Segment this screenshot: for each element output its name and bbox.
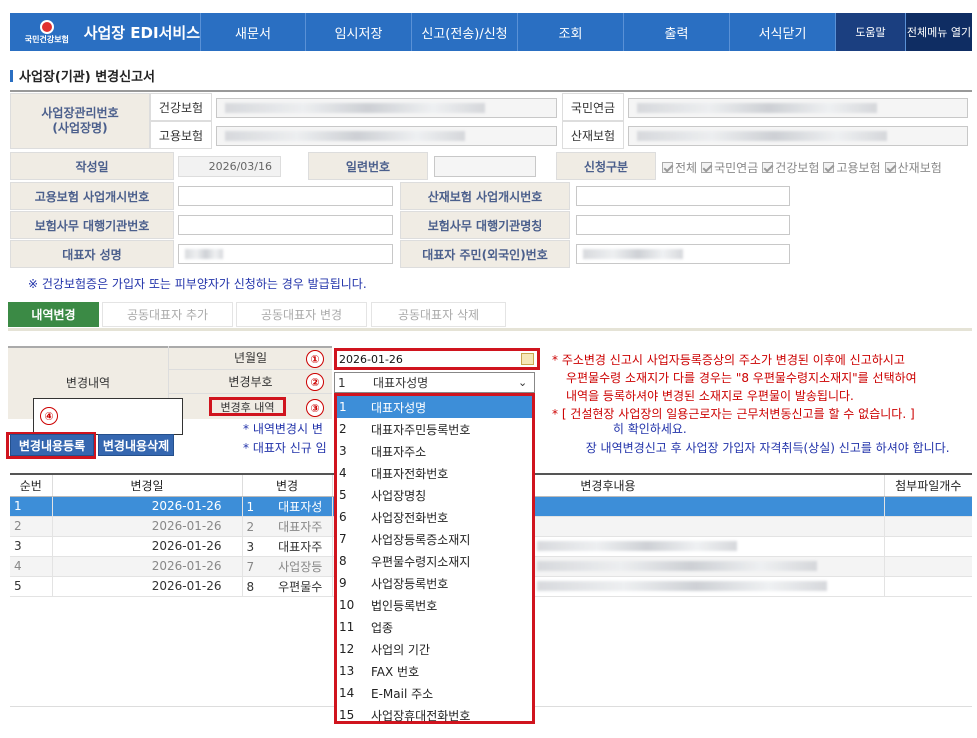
apply-employ-checkbox[interactable]: 고용보험: [823, 159, 881, 176]
page-title: 사업장(기관) 변경신고서: [10, 66, 155, 85]
nav-report-submit[interactable]: 신고(전송)/신청: [411, 13, 517, 51]
dropdown-option[interactable]: 6 사업장전화번호: [337, 506, 532, 528]
dropdown-option[interactable]: 13 FAX 번호: [337, 660, 532, 682]
nhis-logo-icon: 국민건강보험: [16, 17, 78, 47]
accident-start-no-input[interactable]: [576, 186, 790, 206]
top-nav-bar: 국민건강보험 사업장 EDI서비스 새문서 임시저장 신고(전송)/신청 조회 …: [10, 13, 972, 51]
divider: [10, 90, 972, 92]
nav-inquiry[interactable]: 조회: [517, 13, 623, 51]
apply-type-label: 신청구분: [556, 152, 656, 180]
dropdown-option[interactable]: 4 대표자전화번호: [337, 462, 532, 484]
health-biz-no-field[interactable]: [216, 98, 557, 118]
pension-biz-no-field[interactable]: [628, 98, 968, 118]
nav-temp-save[interactable]: 임시저장: [305, 13, 411, 51]
dropdown-option[interactable]: 14 E-Mail 주소: [337, 682, 532, 704]
nav-new-document[interactable]: 새문서: [200, 13, 305, 51]
apply-type-checkboxes: 전체 국민연금 건강보험 고용보험 산재보험: [662, 159, 946, 176]
employ-start-no-input[interactable]: [178, 186, 393, 206]
rep-name-input[interactable]: [178, 244, 393, 264]
serial-no-label: 일련번호: [308, 152, 428, 180]
employ-start-no-label: 고용보험 사업개시번호: [10, 182, 174, 210]
marker-3: ③: [306, 399, 324, 417]
tab-add-co-rep[interactable]: 공동대표자 추가: [102, 302, 233, 327]
tab-delete-co-rep[interactable]: 공동대표자 삭제: [371, 302, 506, 327]
employ-insurance-label: 고용보험: [150, 121, 212, 149]
accident-insurance-label: 산재보험: [562, 121, 624, 149]
nav-print[interactable]: 출력: [623, 13, 729, 51]
brand-logo: 국민건강보험 사업장 EDI서비스: [10, 13, 200, 51]
ym-date-input[interactable]: 2026-01-26: [334, 348, 540, 370]
nav-close-form[interactable]: 서식닫기: [729, 13, 835, 51]
register-change-button[interactable]: 변경내용등록: [10, 434, 94, 456]
after-content-label: 변경후 내역: [209, 397, 286, 416]
change-code-dropdown-list: 1 대표자성명 2 대표자주민등록번호 3 대표자주소 4 대표자전화번호 5 사업장명칭…: [334, 393, 535, 724]
serial-no-field: [434, 156, 536, 177]
col-date: 변경일: [51, 473, 242, 497]
marker-2: ②: [306, 373, 324, 391]
apply-pension-checkbox[interactable]: 국민연금: [701, 159, 758, 176]
dropdown-option[interactable]: 8 우편물수령지소재지: [337, 550, 532, 572]
nav-help[interactable]: 도움말: [835, 13, 905, 51]
write-date-label: 작성일: [10, 152, 174, 180]
apply-accident-checkbox[interactable]: 산재보험: [884, 159, 942, 176]
accident-start-no-label: 산재보험 사업개시번호: [400, 182, 570, 210]
address-change-note: * 주소변경 신고시 사업자등록증상의 주소가 변경된 이후에 신고하시고 우편…: [552, 353, 917, 421]
title-bar-icon: [10, 69, 13, 82]
biz-no-label: 사업장관리번호 (사업장명): [10, 93, 150, 149]
marker-1: ①: [306, 350, 324, 368]
dropdown-option[interactable]: 11 업종: [337, 616, 532, 638]
health-insurance-label: 건강보험: [150, 93, 212, 121]
dropdown-option[interactable]: 7 사업장등록증소재지: [337, 528, 532, 550]
dropdown-option[interactable]: 5 사업장명칭: [337, 484, 532, 506]
dropdown-option[interactable]: 9 사업장등록번호: [337, 572, 532, 594]
employ-biz-no-field[interactable]: [216, 126, 557, 146]
change-code-select[interactable]: 1 대표자성명 ⌄: [334, 372, 535, 393]
nav-open-all-menu[interactable]: 전체메뉴 열기: [905, 13, 972, 51]
write-date-field: 2026/03/16: [178, 156, 281, 177]
health-card-notice: ※ 건강보험증은 가입자 또는 피부양자가 신청하는 경우 발급됩니다.: [28, 277, 367, 291]
dropdown-option[interactable]: 1 대표자성명: [337, 396, 532, 418]
app-title: 사업장 EDI서비스: [83, 23, 200, 42]
rep-id-input[interactable]: [576, 244, 790, 264]
tab-change-co-rep[interactable]: 공동대표자 변경: [236, 302, 367, 327]
dropdown-option[interactable]: 15 사업장휴대전화번호: [337, 704, 532, 726]
tab-change-details[interactable]: 내역변경: [8, 302, 99, 327]
col-code: 변경: [241, 473, 332, 497]
agency-name-label: 보험사무 대행기관명칭: [400, 211, 570, 239]
pension-label: 국민연금: [562, 93, 624, 121]
marker-4-frame: ④: [33, 398, 183, 435]
apply-all-checkbox[interactable]: 전체: [662, 159, 697, 176]
calendar-icon[interactable]: [521, 353, 534, 365]
agency-no-input[interactable]: [178, 215, 393, 235]
marker-4: ④: [40, 407, 58, 425]
apply-health-checkbox[interactable]: 건강보험: [762, 159, 819, 176]
delete-change-button[interactable]: 변경내용삭제: [98, 434, 174, 456]
accident-biz-no-field[interactable]: [628, 126, 968, 146]
agency-name-input[interactable]: [576, 215, 790, 235]
agency-no-label: 보험사무 대행기관번호: [10, 211, 174, 239]
chevron-down-icon: ⌄: [518, 376, 528, 389]
rep-id-label: 대표자 주민(외국인)번호: [400, 240, 570, 268]
dropdown-option[interactable]: 3 대표자주소: [337, 440, 532, 462]
col-attach-count: 첨부파일개수: [883, 473, 972, 497]
rep-name-label: 대표자 성명: [10, 240, 174, 268]
dropdown-option[interactable]: 10 법인등록번호: [337, 594, 532, 616]
tab-underline: [8, 328, 972, 331]
dropdown-option[interactable]: 2 대표자주민등록번호: [337, 418, 532, 440]
col-no: 순번: [10, 473, 52, 497]
dropdown-option[interactable]: 12 사업의 기간: [337, 638, 532, 660]
